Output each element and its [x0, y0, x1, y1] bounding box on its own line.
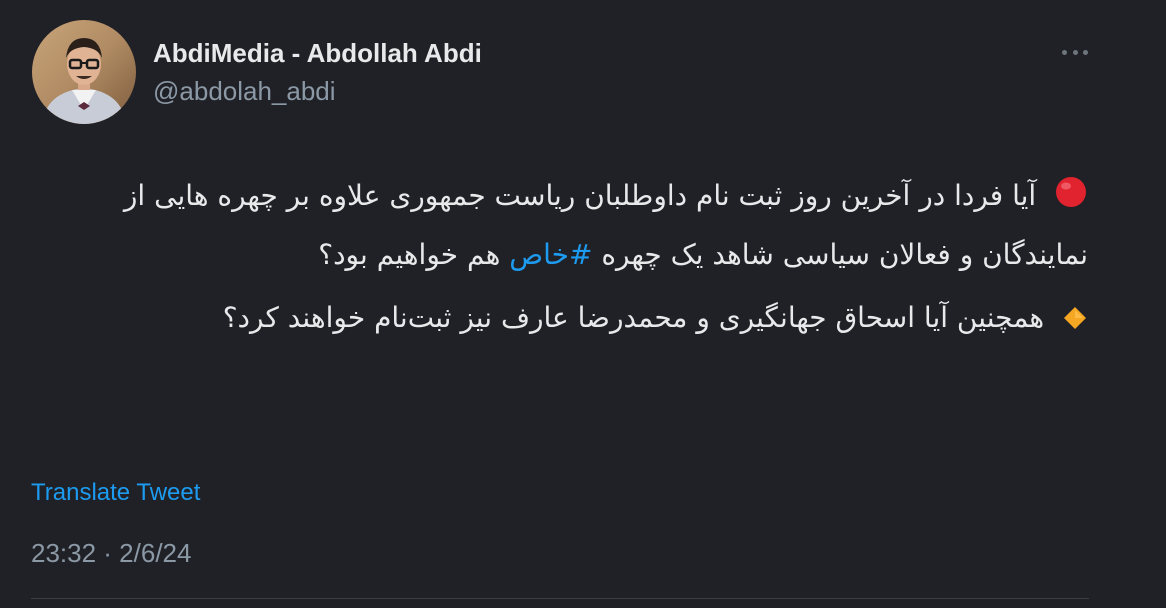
tweet-timestamp[interactable]: 23:32 · 2/6/24 — [31, 538, 191, 569]
hashtag-link[interactable]: #خاص — [509, 238, 592, 271]
more-options-icon[interactable] — [1062, 40, 1088, 64]
tweet-text-segment: آیا فردا در آخرین روز ثبت نام داوطلبان ر… — [123, 179, 1088, 271]
tweet-paragraph-2: همچنین آیا اسحاق جهانگیری و محمدرضا عارف… — [30, 290, 1088, 349]
dot-icon — [1072, 49, 1078, 55]
dot-icon — [1083, 49, 1088, 55]
profile-photo-icon — [32, 20, 136, 124]
tweet-text-segment: همچنین آیا اسحاق جهانگیری و محمدرضا عارف… — [222, 301, 1045, 334]
tweet-card: AbdiMedia - Abdollah Abdi @abdolah_abdi … — [0, 0, 1166, 608]
red-circle-icon — [1054, 172, 1088, 227]
divider — [31, 598, 1089, 599]
tweet-text-segment: هم خواهیم بود؟ — [318, 238, 510, 271]
author-display-name[interactable]: AbdiMedia - Abdollah Abdi — [153, 38, 482, 69]
translate-tweet-link[interactable]: Translate Tweet — [31, 479, 200, 507]
avatar[interactable] — [32, 20, 136, 124]
orange-diamond-icon — [1062, 294, 1088, 349]
tweet-paragraph-1: آیا فردا در آخرین روز ثبت نام داوطلبان ر… — [30, 168, 1088, 282]
author-handle[interactable]: @abdolah_abdi — [153, 76, 336, 107]
tweet-text: آیا فردا در آخرین روز ثبت نام داوطلبان ر… — [30, 168, 1088, 357]
dot-icon — [1062, 49, 1067, 55]
